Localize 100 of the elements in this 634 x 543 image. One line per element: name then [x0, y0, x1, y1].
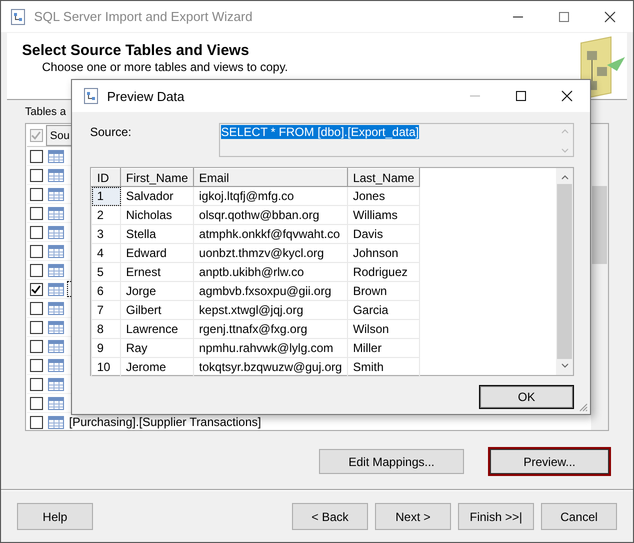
app-icon	[83, 87, 99, 105]
table-cell: npmhu.rahvwk@lylg.com	[194, 338, 348, 358]
selected-text: SELECT * FROM [dbo].[Export_data]	[221, 125, 419, 139]
table-icon	[48, 244, 64, 258]
table-icon	[48, 302, 64, 314]
scrollbar[interactable]	[556, 168, 573, 375]
table-icon	[48, 396, 64, 410]
checkbox[interactable]	[30, 206, 42, 220]
table-icon	[48, 320, 64, 334]
checkbox[interactable]	[30, 416, 42, 428]
page-title: Select Source Tables and Views	[22, 42, 250, 59]
table-cell: Ray	[120, 338, 194, 358]
table-cell: 8	[92, 320, 120, 338]
table-icon	[48, 150, 64, 162]
checkbox[interactable]	[30, 188, 42, 200]
table-cell: anptb.ukibh@rlw.co	[194, 262, 348, 282]
table-icon	[48, 188, 64, 200]
checkbox[interactable]	[30, 340, 42, 352]
table-cell: atmphk.onkkf@fqvwaht.co	[194, 224, 348, 244]
ok-button[interactable]: OK	[479, 385, 574, 409]
resize-grip-icon	[577, 401, 588, 412]
checkbox[interactable]	[30, 264, 42, 276]
table-cell: 9	[92, 338, 120, 358]
table-icon	[48, 282, 64, 296]
checkbox[interactable]	[30, 396, 42, 410]
table-cell: 10	[92, 358, 120, 376]
maximize-icon	[558, 10, 570, 22]
action-button[interactable]: Edit Mappings...	[319, 449, 464, 474]
window-title: SQL Server Import and Export Wizard	[34, 9, 252, 24]
table-cell: Rodriguez	[347, 262, 420, 282]
checkbox[interactable]	[30, 226, 42, 238]
checkbox[interactable]	[30, 244, 42, 258]
table-cell: Jones	[347, 186, 420, 206]
table-cell: 3	[92, 224, 120, 244]
checkbox[interactable]	[30, 150, 42, 162]
tables-label: Tables a	[25, 106, 67, 120]
page-subtitle: Choose one or more tables and views to copy.	[41, 60, 288, 74]
column-header[interactable]: ID	[92, 168, 120, 186]
column-header[interactable]: Email	[194, 168, 348, 186]
table-cell: Ernest	[120, 262, 194, 282]
checkbox[interactable]	[30, 320, 42, 334]
checkbox[interactable]	[30, 378, 42, 390]
maximize-icon	[515, 90, 527, 102]
source-field[interactable]: SELECT * FROM [dbo].[Export_data]	[219, 123, 574, 157]
table-cell: Stella	[120, 224, 194, 244]
scroll-down-icon	[560, 362, 570, 370]
table-cell: 1	[92, 186, 120, 206]
table-cell: Nicholas	[120, 206, 194, 224]
table-cell: Lawrence	[120, 320, 194, 338]
footer-button[interactable]: Help	[17, 503, 93, 530]
minimize-icon	[469, 95, 481, 97]
table-icon	[48, 340, 64, 352]
checkbox[interactable]	[30, 129, 42, 142]
checkbox[interactable]	[30, 282, 42, 296]
table-cell: Wilson	[347, 320, 420, 338]
footer-button[interactable]: Next >	[375, 503, 451, 530]
table-cell: Jorge	[120, 282, 194, 300]
table-cell: Davis	[347, 224, 420, 244]
table-cell: Williams	[347, 206, 420, 224]
footer-button[interactable]: Cancel	[541, 503, 617, 530]
scrollbar[interactable]	[591, 124, 608, 430]
table-icon	[48, 264, 64, 276]
table-cell: Brown	[347, 282, 420, 300]
minimize-icon	[512, 16, 524, 18]
checkbox[interactable]	[30, 302, 42, 314]
table-cell: agmbvb.fxsoxpu@gii.org	[194, 282, 348, 300]
table-cell: 7	[92, 300, 120, 320]
table-cell: Jerome	[120, 358, 194, 376]
source-name: [Purchasing].[Supplier Transactions]	[68, 415, 262, 429]
table-icon	[48, 206, 64, 220]
table-cell: rgenj.ttnafx@fxg.org	[194, 320, 348, 338]
scroll-up-icon	[560, 173, 570, 181]
table-cell: 5	[92, 262, 120, 282]
table-cell: kepst.xtwgl@jqj.org	[194, 300, 348, 320]
table-icon	[48, 226, 64, 238]
table-cell: Garcia	[347, 300, 420, 320]
action-button[interactable]: Preview...	[490, 449, 609, 474]
table-icon	[48, 378, 64, 390]
table-cell: Salvador	[120, 186, 194, 206]
table-cell: Edward	[120, 244, 194, 262]
table-icon	[48, 168, 64, 182]
table-cell: olsqr.qothw@bban.org	[194, 206, 348, 224]
table-cell: uonbzt.thmzv@kycl.org	[194, 244, 348, 262]
footer-button[interactable]: Finish >>|	[458, 503, 534, 530]
table-cell: Smith	[347, 358, 420, 376]
footer-button[interactable]: < Back	[292, 503, 368, 530]
column-header[interactable]: Last_Name	[347, 168, 420, 186]
table-cell: Johnson	[347, 244, 420, 262]
app-icon	[10, 8, 26, 26]
table-cell: 2	[92, 206, 120, 224]
column-header[interactable]: First_Name	[120, 168, 194, 186]
table-cell: igkoj.ltqfj@mfg.co	[194, 186, 348, 206]
table-cell: tokqtsyr.bzqwuzw@guj.org	[194, 358, 348, 376]
close-icon	[604, 10, 616, 22]
checkbox[interactable]	[30, 358, 42, 372]
table-cell: 6	[92, 282, 120, 300]
table-icon	[48, 416, 64, 428]
checkbox[interactable]	[30, 168, 42, 182]
table-cell: Gilbert	[120, 300, 194, 320]
table-icon	[48, 358, 64, 372]
